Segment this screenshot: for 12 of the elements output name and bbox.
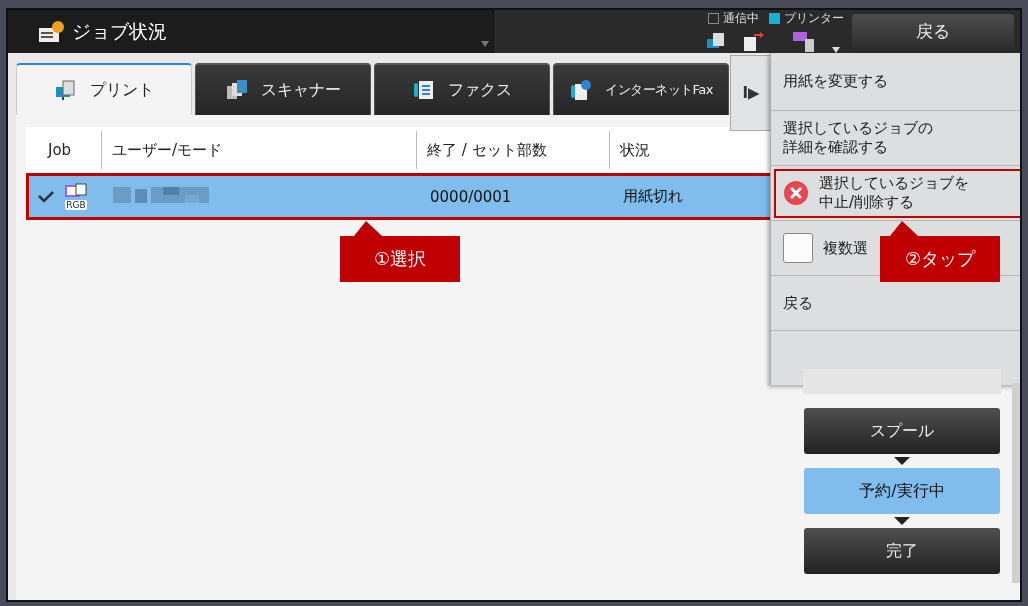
column-header: Job xyxy=(46,140,73,161)
table-cell-text: 0000/0001 xyxy=(429,187,513,206)
status-indicator: プリンター xyxy=(769,10,844,27)
column-header: 終了 / セット部数 xyxy=(416,131,609,169)
color-mode-badge: RGB xyxy=(65,200,87,210)
stage-label: 予約/実行中 xyxy=(804,468,1000,514)
page-title: ジョブ状況 xyxy=(72,18,167,44)
stage-label: スプール xyxy=(804,408,1000,454)
table-cell-text: 用紙切れ xyxy=(622,187,684,206)
column-header: ユーザー/モード xyxy=(101,131,416,169)
stage-label: 完了 xyxy=(804,528,1000,574)
status-indicator: 通信中 xyxy=(708,10,759,27)
